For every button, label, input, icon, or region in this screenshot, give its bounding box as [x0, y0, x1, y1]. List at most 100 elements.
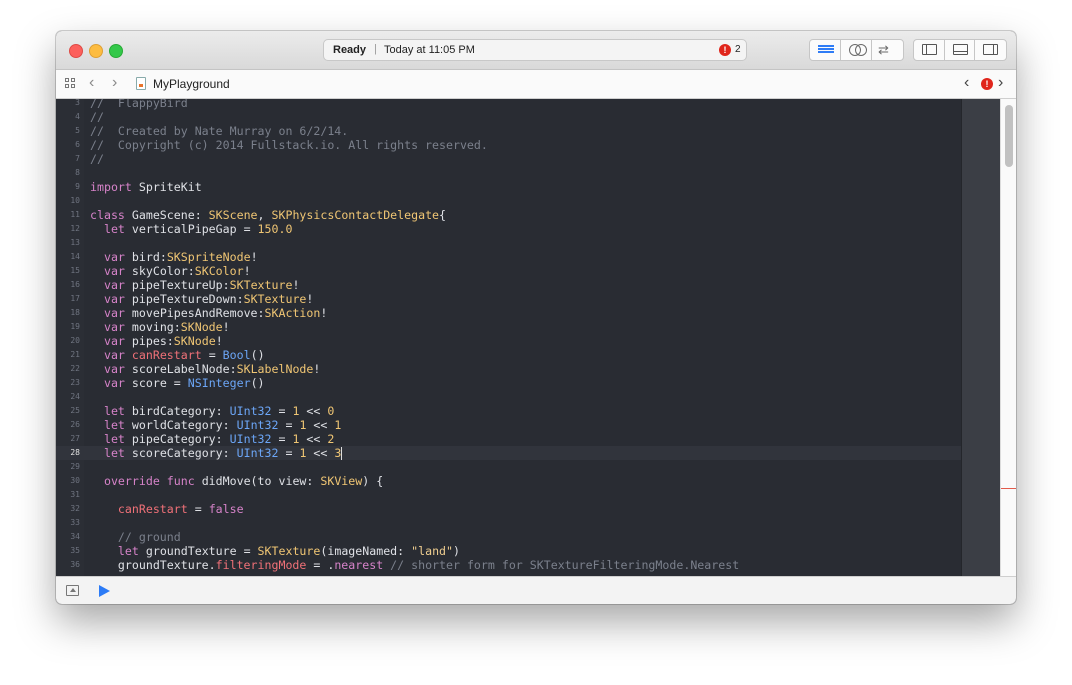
code-text[interactable]: var moving:SKNode! [90, 320, 230, 334]
code-text[interactable]: var bird:SKSpriteNode! [90, 250, 258, 264]
code-line[interactable]: 24 [56, 390, 961, 404]
code-line[interactable]: 14 var bird:SKSpriteNode! [56, 250, 961, 264]
code-line[interactable]: 34 // ground [56, 530, 961, 544]
line-number: 26 [70, 420, 80, 429]
code-lines[interactable]: 3 // FlappyBird 4 // 5 // Created by Nate Mur… [56, 99, 961, 572]
code-text[interactable]: // [90, 110, 104, 124]
window-toolbar: Ready | Today at 11:05 PM ! 2 ⇄ [56, 31, 1016, 70]
activity-viewer[interactable]: Ready | Today at 11:05 PM ! 2 [323, 39, 747, 61]
code-text[interactable]: canRestart = false [90, 502, 244, 516]
utilities-toggle-button[interactable] [975, 40, 1006, 60]
minimize-button[interactable] [89, 44, 103, 58]
close-button[interactable] [69, 44, 83, 58]
code-text[interactable]: let scoreCategory: UInt32 = 1 << 3 [90, 446, 343, 460]
code-line[interactable]: 30 override func didMove(to view: SKView… [56, 474, 961, 488]
vertical-scrollbar[interactable] [1000, 99, 1016, 576]
scrollbar-thumb[interactable] [1005, 105, 1013, 167]
code-line[interactable]: 27 let pipeCategory: UInt32 = 1 << 2 [56, 432, 961, 446]
line-number: 12 [70, 224, 80, 233]
code-line[interactable]: 22 var scoreLabelNode:SKLabelNode! [56, 362, 961, 376]
code-line[interactable]: 15 var skyColor:SKColor! [56, 264, 961, 278]
code-text[interactable]: var score = NSInteger() [90, 376, 265, 390]
assistant-editor-button[interactable] [841, 40, 872, 60]
code-text[interactable]: var pipeTextureUp:SKTexture! [90, 278, 299, 292]
next-issue-chevron-icon[interactable]: › [998, 74, 1003, 92]
line-number: 13 [70, 238, 80, 247]
code-line[interactable]: 11 class GameScene: SKScene, SKPhysicsCon… [56, 208, 961, 222]
code-text[interactable]: import SpriteKit [90, 180, 202, 194]
code-text[interactable]: var pipeTextureDown:SKTexture! [90, 292, 313, 306]
code-line[interactable]: 20 var pipes:SKNode! [56, 334, 961, 348]
code-line[interactable]: 3 // FlappyBird [56, 99, 961, 110]
code-text[interactable]: // FlappyBird [90, 99, 188, 110]
code-line[interactable]: 26 let worldCategory: UInt32 = 1 << 1 [56, 418, 961, 432]
code-line[interactable]: 35 let groundTexture = SKTexture(imageNa… [56, 544, 961, 558]
forward-chevron-icon[interactable]: › [112, 74, 117, 92]
show-debug-area-icon[interactable] [66, 585, 79, 596]
code-line[interactable]: 28 let scoreCategory: UInt32 = 1 << 3 [56, 446, 961, 460]
error-count[interactable]: 2 [735, 44, 741, 55]
line-number: 3 [75, 99, 80, 107]
code-text[interactable]: var canRestart = Bool() [90, 348, 265, 362]
code-text[interactable]: var pipes:SKNode! [90, 334, 223, 348]
code-line[interactable]: 13 [56, 236, 961, 250]
previous-issue-chevron-icon[interactable]: ‹ [964, 74, 969, 92]
text-cursor [341, 447, 343, 460]
code-line[interactable]: 4 // [56, 110, 961, 124]
code-text[interactable]: var movePipesAndRemove:SKAction! [90, 306, 327, 320]
error-icon[interactable]: ! [719, 44, 731, 56]
code-text[interactable]: groundTexture.filteringMode = .nearest /… [90, 558, 739, 572]
line-number: 7 [75, 154, 80, 163]
code-line[interactable]: 31 [56, 488, 961, 502]
code-line[interactable]: 10 [56, 194, 961, 208]
code-text[interactable]: override func didMove(to view: SKView) { [90, 474, 383, 488]
issue-error-icon[interactable]: ! [981, 78, 993, 90]
play-icon[interactable] [99, 585, 110, 597]
line-number: 6 [75, 140, 80, 149]
code-text[interactable]: class GameScene: SKScene, SKPhysicsConta… [90, 208, 446, 222]
standard-editor-button[interactable] [810, 40, 841, 60]
code-line[interactable]: 32 canRestart = false [56, 502, 961, 516]
code-text[interactable]: // ground [90, 530, 181, 544]
code-text[interactable]: var skyColor:SKColor! [90, 264, 251, 278]
line-number: 27 [70, 434, 80, 443]
code-text[interactable]: // Created by Nate Murray on 6/2/14. [90, 124, 348, 138]
code-text[interactable]: let pipeCategory: UInt32 = 1 << 2 [90, 432, 334, 446]
view-panels-control [913, 39, 1007, 61]
code-text[interactable]: // Copyright (c) 2014 Fullstack.io. All … [90, 138, 488, 152]
code-line[interactable]: 16 var pipeTextureUp:SKTexture! [56, 278, 961, 292]
code-text[interactable]: var scoreLabelNode:SKLabelNode! [90, 362, 320, 376]
code-line[interactable]: 36 groundTexture.filteringMode = .neares… [56, 558, 961, 572]
line-number: 22 [70, 364, 80, 373]
related-items-icon[interactable] [65, 78, 77, 90]
code-line[interactable]: 12 let verticalPipeGap = 150.0 [56, 222, 961, 236]
zoom-button[interactable] [109, 44, 123, 58]
code-line[interactable]: 21 var canRestart = Bool() [56, 348, 961, 362]
code-line[interactable]: 29 [56, 460, 961, 474]
source-editor[interactable]: 3 // FlappyBird 4 // 5 // Created by Nate Mur… [56, 99, 1016, 576]
code-text[interactable]: // [90, 152, 104, 166]
code-line[interactable]: 8 [56, 166, 961, 180]
code-line[interactable]: 7 // [56, 152, 961, 166]
breadcrumb-file[interactable]: MyPlayground [153, 77, 230, 91]
line-number: 14 [70, 252, 80, 261]
back-chevron-icon[interactable]: ‹ [89, 74, 94, 92]
playground-file-icon [136, 77, 146, 90]
code-line[interactable]: 9 import SpriteKit [56, 180, 961, 194]
code-line[interactable]: 5 // Created by Nate Murray on 6/2/14. [56, 124, 961, 138]
debug-bar [56, 576, 1016, 604]
version-editor-button[interactable]: ⇄ [872, 40, 903, 60]
code-line[interactable]: 17 var pipeTextureDown:SKTexture! [56, 292, 961, 306]
code-text[interactable]: let birdCategory: UInt32 = 1 << 0 [90, 404, 334, 418]
code-text[interactable]: let verticalPipeGap = 150.0 [90, 222, 292, 236]
code-text[interactable]: let worldCategory: UInt32 = 1 << 1 [90, 418, 341, 432]
code-line[interactable]: 23 var score = NSInteger() [56, 376, 961, 390]
debug-area-toggle-button[interactable] [945, 40, 976, 60]
code-line[interactable]: 25 let birdCategory: UInt32 = 1 << 0 [56, 404, 961, 418]
code-line[interactable]: 18 var movePipesAndRemove:SKAction! [56, 306, 961, 320]
code-line[interactable]: 19 var moving:SKNode! [56, 320, 961, 334]
code-line[interactable]: 33 [56, 516, 961, 530]
code-text[interactable]: let groundTexture = SKTexture(imageNamed… [90, 544, 460, 558]
navigator-toggle-button[interactable] [914, 40, 945, 60]
code-line[interactable]: 6 // Copyright (c) 2014 Fullstack.io. All… [56, 138, 961, 152]
